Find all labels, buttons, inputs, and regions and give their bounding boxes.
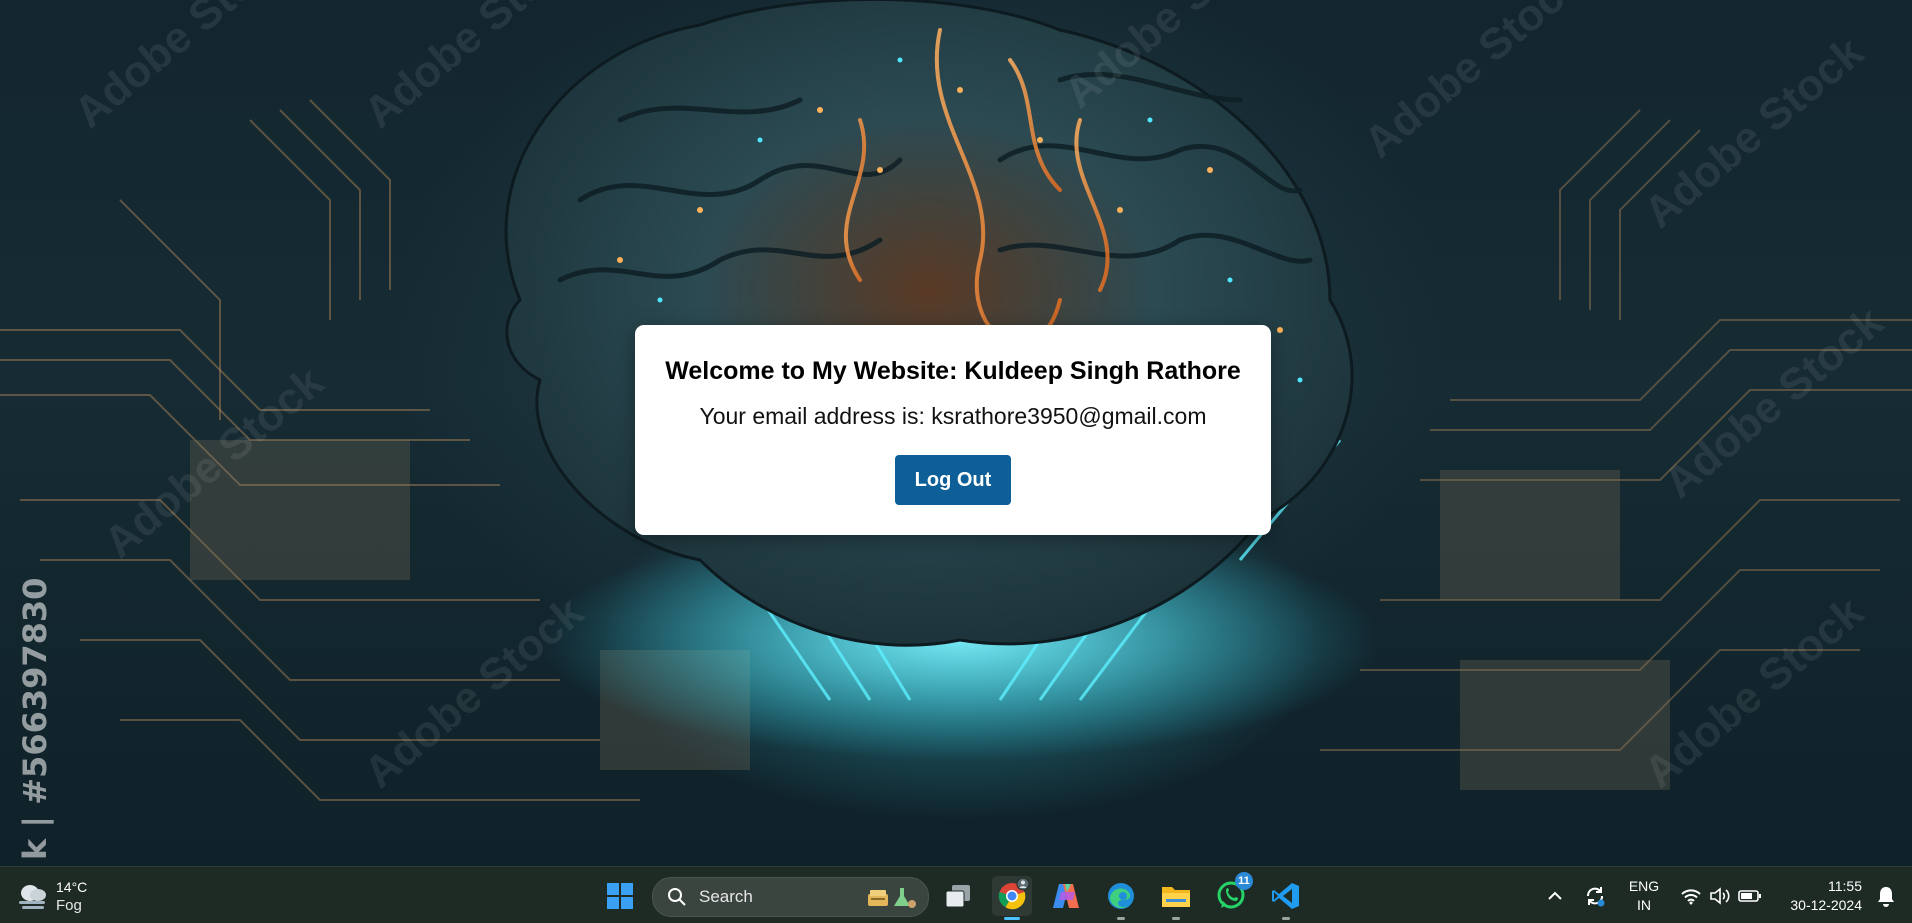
notifications-button[interactable]	[1866, 876, 1906, 916]
watermark-text: Adobe Stock	[1355, 0, 1593, 168]
taskbar-chrome[interactable]	[992, 876, 1032, 920]
watermark-text: Adobe Stock	[1635, 27, 1873, 238]
input-language-indicator[interactable]: ENG IN	[1628, 877, 1660, 915]
start-button[interactable]	[600, 876, 640, 916]
taskbar-whatsapp[interactable]: 11	[1211, 872, 1253, 916]
fog-cloud-icon	[19, 885, 46, 909]
weather-temperature: 14°C	[56, 879, 88, 895]
running-indicator	[1172, 917, 1180, 920]
show-hidden-icons-button[interactable]	[1535, 876, 1575, 916]
running-indicator	[1117, 917, 1125, 920]
running-indicator	[1282, 917, 1290, 920]
watermark-text: Adobe Stock	[1655, 297, 1893, 508]
watermark-text: Adobe Stock	[355, 587, 593, 798]
taskbar-search-box[interactable]: Search	[652, 877, 929, 917]
vscode-icon	[1272, 883, 1299, 909]
taskbar: 14°C Fog Search 11 ENG IN 11:55 30-12-20…	[0, 866, 1912, 923]
notification-badge: 11	[1235, 872, 1253, 890]
system-clock[interactable]: 11:55 30-12-2024	[1778, 877, 1862, 915]
stock-id-watermark: k | #566397830	[16, 577, 54, 860]
clock-date: 30-12-2024	[1790, 897, 1862, 913]
weather-widget[interactable]: 14°C Fog	[14, 877, 104, 915]
chevron-up-icon	[1548, 891, 1562, 900]
region-code: IN	[1637, 897, 1651, 913]
taskbar-vscode[interactable]	[1266, 876, 1306, 920]
taskbar-edge[interactable]	[1101, 876, 1141, 920]
clock-time: 11:55	[1828, 878, 1862, 894]
windows-start-icon	[607, 883, 633, 909]
battery-icon	[1738, 890, 1762, 902]
sync-icon	[1587, 887, 1605, 907]
copilot-icon	[1053, 884, 1079, 908]
task-view-icon	[945, 885, 970, 908]
taskbar-copilot[interactable]	[1046, 876, 1086, 916]
taskbar-file-explorer[interactable]	[1156, 876, 1196, 920]
language-code: ENG	[1628, 878, 1660, 894]
email-text: Your email address is: ksrathore3950@gma…	[699, 403, 1207, 429]
search-label: Search	[699, 887, 753, 906]
desktop-screen: Adobe Stock Adobe Stock Adobe Stock Adob…	[0, 0, 1912, 923]
weather-condition: Fog	[56, 897, 82, 914]
watermark-text: Adobe Stock	[65, 0, 303, 138]
task-view-button[interactable]	[938, 876, 978, 916]
watermark-text: Adobe Stock	[1635, 587, 1873, 798]
welcome-title: Welcome to My Website: Kuldeep Singh Rat…	[665, 357, 1241, 385]
search-icon	[668, 888, 686, 906]
quick-settings-button[interactable]	[1676, 876, 1766, 916]
file-explorer-icon	[1162, 887, 1190, 907]
profile-avatar-icon	[1016, 877, 1030, 891]
bell-icon	[1878, 887, 1894, 907]
logout-button[interactable]: Log Out	[895, 455, 1011, 505]
wifi-icon	[1680, 889, 1701, 905]
welcome-card: Welcome to My Website: Kuldeep Singh Rat…	[635, 325, 1271, 535]
search-highlight-icon	[868, 888, 916, 908]
edge-icon	[1108, 883, 1134, 909]
volume-icon	[1710, 887, 1730, 905]
sync-status-button[interactable]	[1576, 876, 1614, 916]
running-indicator	[1004, 917, 1020, 920]
